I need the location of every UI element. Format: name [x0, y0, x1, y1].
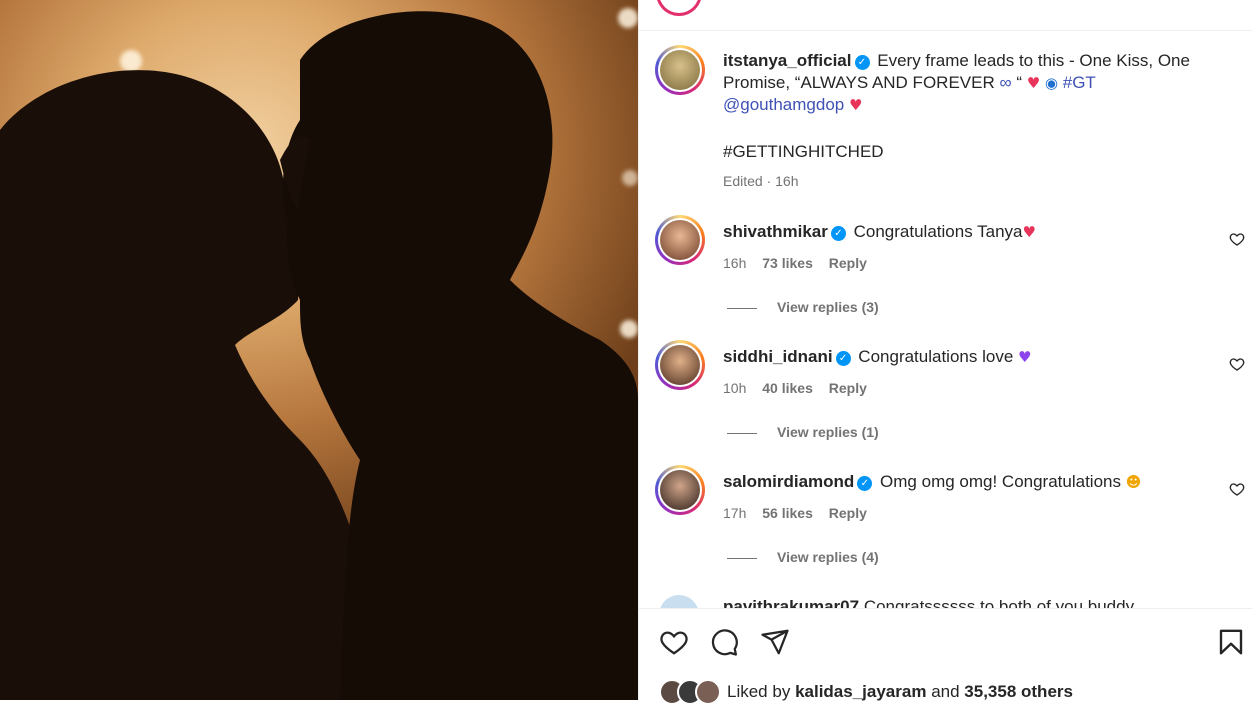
comment-username[interactable]: salomirdiamond	[723, 472, 854, 491]
post-photo[interactable]	[0, 0, 638, 700]
heart-emoji-icon: ♥	[848, 96, 863, 114]
view-replies-label: View replies (4)	[777, 549, 879, 565]
view-replies-button[interactable]: View replies (1)	[727, 424, 879, 440]
comment-username[interactable]: shivathmikar	[723, 222, 828, 241]
comment-text: Omg omg omg! Congratulations	[880, 472, 1121, 491]
avatar[interactable]	[656, 0, 702, 16]
previous-header-row	[639, 0, 1252, 31]
avatar	[695, 679, 721, 705]
comment-time: 10h	[723, 380, 747, 396]
verified-badge-icon: ✓	[857, 476, 873, 491]
heart-icon[interactable]	[659, 627, 689, 657]
comment-like-heart-icon[interactable]	[1229, 356, 1245, 372]
comment-row: salomirdiamond ✓ Omg omg omg! Congratulat…	[723, 471, 1141, 493]
view-replies-button[interactable]: View replies (4)	[727, 549, 879, 565]
reply-button[interactable]: Reply	[829, 505, 867, 521]
verified-badge-icon: ✓	[830, 226, 846, 241]
hashtag-gt[interactable]: #GT	[1063, 73, 1096, 92]
caption: itstanya_official ✓ Every frame leads to …	[723, 50, 1223, 116]
comment-row: siddhi_idnani ✓ Congratulations love ♥	[723, 346, 1031, 368]
post-side-panel: itstanya_official ✓ Every frame leads to …	[638, 0, 1252, 705]
liked-by-row: Liked by kalidas_jayaram and 35,358 othe…	[659, 679, 1073, 705]
reply-button[interactable]: Reply	[829, 380, 867, 396]
comment-username[interactable]: siddhi_idnani	[723, 347, 833, 366]
view-replies-label: View replies (1)	[777, 424, 879, 440]
heart-emoji-icon: ♥	[1022, 223, 1036, 241]
verified-badge-icon: ✓	[835, 351, 851, 366]
liked-by-prefix: Liked by	[727, 682, 791, 701]
comment-like-heart-icon[interactable]	[1229, 231, 1245, 247]
heart-emoji-icon: ♥	[1026, 74, 1041, 92]
comment-row: shivathmikar ✓ Congratulations Tanya♥	[723, 221, 1036, 243]
paper-plane-icon[interactable]	[760, 627, 790, 657]
author-username[interactable]: itstanya_official	[723, 51, 852, 70]
comment-icon[interactable]	[709, 627, 739, 657]
view-replies-label: View replies (3)	[777, 299, 879, 315]
comment-time: 16h	[723, 255, 747, 271]
caption-edited-time: Edited · 16h	[723, 173, 799, 189]
commenter-avatar[interactable]	[655, 215, 705, 265]
likes-count[interactable]: 35,358 others	[964, 682, 1073, 702]
verified-badge-icon: ✓	[854, 55, 870, 70]
commenter-avatar[interactable]	[655, 465, 705, 515]
infinity-icon: ∞	[999, 73, 1012, 92]
purple-heart-emoji-icon: ♥	[1018, 348, 1032, 366]
evil-eye-emoji-icon: ◉	[1044, 74, 1059, 92]
liked-by-user[interactable]: kalidas_jayaram	[795, 682, 926, 702]
caption-quote: “	[1016, 73, 1022, 92]
commenter-avatar[interactable]	[655, 340, 705, 390]
liked-by-and: and	[931, 682, 960, 701]
comment-likes[interactable]: 40 likes	[762, 380, 813, 396]
post-actions-bar: Liked by kalidas_jayaram and 35,358 othe…	[639, 608, 1252, 705]
author-avatar[interactable]	[655, 45, 705, 95]
heart-eyes-emoji-icon: ☻	[1125, 473, 1142, 491]
comment-like-heart-icon[interactable]	[1229, 481, 1245, 497]
comment-text: Congratulations love	[858, 347, 1014, 366]
view-replies-button[interactable]: View replies (3)	[727, 299, 879, 315]
hashtag-gettinghitched[interactable]: #GETTINGHITCHED	[723, 141, 884, 163]
comment-likes[interactable]: 56 likes	[762, 505, 813, 521]
reply-button[interactable]: Reply	[829, 255, 867, 271]
comment-likes[interactable]: 73 likes	[762, 255, 813, 271]
comment-time: 17h	[723, 505, 747, 521]
bookmark-icon[interactable]	[1216, 627, 1246, 657]
mention-link[interactable]: @gouthamgdop	[723, 95, 844, 114]
silhouette	[0, 11, 638, 700]
comment-text: Congratulations Tanya	[853, 222, 1023, 241]
